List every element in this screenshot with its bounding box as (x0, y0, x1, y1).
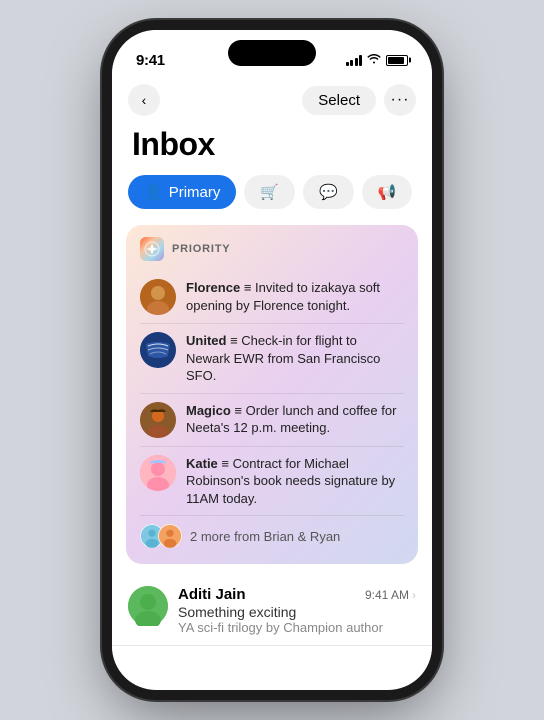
united-avatar (140, 332, 176, 368)
more-icon: ··· (391, 91, 410, 109)
battery-fill (388, 57, 404, 64)
back-icon: ‹ (142, 93, 147, 107)
priority-icon (140, 237, 164, 261)
aditi-preview: YA sci-fi trilogy by Champion author (178, 620, 398, 635)
katie-preview: Contract for Michael Robinson's book nee… (186, 456, 395, 506)
magico-clip-icon: ≡ (234, 403, 245, 418)
email-item-magico[interactable]: Magico ≡ Order lunch and coffee for Neet… (140, 394, 404, 447)
united-email-text: United ≡ Check-in for flight to Newark E… (186, 332, 404, 385)
united-email-body: United ≡ Check-in for flight to Newark E… (186, 332, 404, 385)
signal-bar-3 (355, 58, 358, 66)
united-clip-icon: ≡ (230, 333, 241, 348)
magico-avatar (140, 402, 176, 438)
status-icons (346, 53, 409, 67)
signal-bar-2 (350, 60, 353, 66)
email-item-katie[interactable]: Katie ≡ Contract for Michael Robinson's … (140, 447, 404, 517)
status-time: 9:41 (136, 52, 165, 69)
florence-email-text: Florence ≡ Invited to izakaya soft openi… (186, 279, 404, 314)
nav-actions: Select ··· (302, 84, 416, 116)
florence-avatar (140, 279, 176, 315)
list-item-aditi[interactable]: Aditi Jain 9:41 AM › Something exciting … (112, 576, 432, 646)
updates-tab-icon: 📢 (378, 183, 397, 201)
more-avatars (140, 524, 182, 548)
battery-icon (386, 55, 408, 66)
priority-header: PRIORITY (140, 237, 404, 261)
aditi-name: Aditi Jain (178, 586, 246, 603)
aditi-subject: Something exciting (178, 604, 416, 620)
tab-chat[interactable]: 💬 (303, 175, 354, 209)
priority-card: PRIORITY Florence ≡ Invited to izakaya s… (126, 225, 418, 564)
primary-tab-label: Primary (169, 184, 221, 201)
aditi-chevron-icon: › (412, 588, 416, 602)
primary-tab-icon: 👤 (144, 183, 163, 201)
chat-tab-icon: 💬 (319, 183, 338, 201)
email-item-united[interactable]: United ≡ Check-in for flight to Newark E… (140, 324, 404, 394)
magico-email-text: Magico ≡ Order lunch and coffee for Neet… (186, 402, 404, 437)
more-button[interactable]: ··· (384, 84, 416, 116)
more-avatar-2 (158, 524, 182, 548)
aditi-time: 9:41 AM › (365, 588, 416, 602)
tab-primary[interactable]: 👤 Primary (128, 175, 236, 209)
nav-bar: ‹ Select ··· (112, 78, 432, 122)
status-bar: 9:41 (112, 30, 432, 78)
wifi-icon (367, 53, 381, 67)
katie-sender: Katie (186, 456, 218, 471)
dynamic-island (228, 40, 316, 66)
email-item-florence[interactable]: Florence ≡ Invited to izakaya soft openi… (140, 271, 404, 324)
aditi-avatar (128, 586, 168, 626)
page-title: Inbox (112, 122, 432, 175)
katie-email-text: Katie ≡ Contract for Michael Robinson's … (186, 455, 404, 508)
shopping-tab-icon: 🛒 (260, 183, 279, 201)
florence-clip-icon: ≡ (244, 280, 255, 295)
select-button[interactable]: Select (302, 86, 376, 115)
katie-email-body: Katie ≡ Contract for Michael Robinson's … (186, 455, 404, 508)
aditi-list-content: Aditi Jain 9:41 AM › Something exciting … (178, 586, 416, 635)
signal-bar-4 (359, 55, 362, 66)
page-content: Inbox 👤 Primary 🛒 💬 📢 (112, 122, 432, 682)
katie-avatar (140, 455, 176, 491)
signal-bar-1 (346, 62, 349, 66)
phone-frame: 9:41 ‹ Sel (112, 30, 432, 690)
signal-bars-icon (346, 54, 363, 66)
tab-shopping[interactable]: 🛒 (244, 175, 295, 209)
more-text: 2 more from Brian & Ryan (190, 529, 340, 544)
united-sender: United (186, 333, 226, 348)
magico-sender: Magico (186, 403, 231, 418)
magico-email-body: Magico ≡ Order lunch and coffee for Neet… (186, 402, 404, 437)
florence-email-body: Florence ≡ Invited to izakaya soft openi… (186, 279, 404, 314)
back-button[interactable]: ‹ (128, 84, 160, 116)
priority-label: PRIORITY (172, 243, 230, 255)
category-tabs: 👤 Primary 🛒 💬 📢 (112, 175, 432, 221)
aditi-list-header: Aditi Jain 9:41 AM › (178, 586, 416, 603)
katie-clip-icon: ≡ (221, 456, 232, 471)
aditi-time-value: 9:41 AM (365, 588, 409, 602)
more-item[interactable]: 2 more from Brian & Ryan (140, 516, 404, 552)
tab-updates[interactable]: 📢 (362, 175, 413, 209)
florence-sender: Florence (186, 280, 240, 295)
